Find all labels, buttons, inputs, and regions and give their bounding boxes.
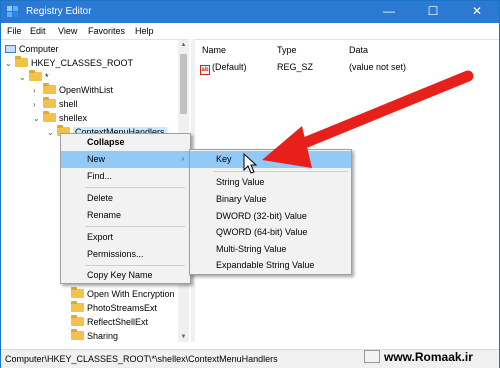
tree-item-shellex[interactable]: ⌄ shellex bbox=[33, 111, 87, 125]
menu-help[interactable]: Help bbox=[135, 26, 154, 36]
folder-icon bbox=[43, 83, 56, 94]
menu-item-dword-value[interactable]: DWORD (32-bit) Value bbox=[190, 208, 351, 225]
menu-item-collapse[interactable]: Collapse bbox=[61, 134, 190, 151]
title-bar[interactable]: Registry Editor — ☐ ✕ bbox=[1, 1, 499, 23]
tree-item-shell[interactable]: › shell bbox=[33, 97, 78, 111]
chevron-right-icon[interactable]: › bbox=[33, 98, 43, 112]
scroll-down-icon[interactable]: ▼ bbox=[178, 332, 189, 342]
status-path: Computer\HKEY_CLASSES_ROOT\*\shellex\Con… bbox=[5, 354, 278, 364]
folder-icon bbox=[29, 70, 42, 81]
value-data: (value not set) bbox=[349, 62, 407, 72]
menu-item-rename[interactable]: Rename bbox=[61, 207, 190, 224]
string-value-icon: ab bbox=[200, 65, 210, 75]
context-menu: Collapse New › Find... Delete Rename Expo… bbox=[60, 133, 191, 284]
menu-item-qword-value[interactable]: QWORD (64-bit) Value bbox=[190, 224, 351, 241]
menu-item-key[interactable]: Key bbox=[190, 151, 351, 168]
tree-item-photostreamsext[interactable]: PhotoStreamsExt bbox=[71, 301, 157, 315]
column-header-type[interactable]: Type bbox=[277, 45, 297, 55]
menu-separator bbox=[214, 171, 348, 172]
folder-icon bbox=[43, 111, 56, 122]
menu-bar: File Edit View Favorites Help bbox=[1, 23, 499, 39]
chevron-right-icon[interactable]: › bbox=[33, 84, 43, 98]
folder-icon bbox=[71, 315, 84, 326]
watermark-text: www.Romaak.ir bbox=[384, 350, 473, 364]
menu-view[interactable]: View bbox=[58, 26, 77, 36]
chevron-down-icon[interactable]: ⌄ bbox=[19, 71, 29, 85]
value-type: REG_SZ bbox=[277, 62, 314, 72]
watermark: www.Romaak.ir bbox=[364, 350, 473, 367]
tree-item-reflectshellext[interactable]: ReflectShellExt bbox=[71, 315, 148, 329]
menu-item-delete[interactable]: Delete bbox=[61, 190, 190, 207]
menu-item-find[interactable]: Find... bbox=[61, 168, 190, 185]
value-row[interactable]: ab (Default) bbox=[200, 62, 247, 75]
column-header-name[interactable]: Name bbox=[202, 45, 226, 55]
tree-item-hkey-classes-root[interactable]: ⌄ HKEY_CLASSES_ROOT bbox=[5, 56, 133, 70]
maximize-button[interactable]: ☐ bbox=[411, 1, 455, 23]
scroll-up-icon[interactable]: ▲ bbox=[178, 40, 189, 51]
menu-item-copy-key-name[interactable]: Copy Key Name bbox=[61, 267, 190, 284]
menu-item-binary-value[interactable]: Binary Value bbox=[190, 191, 351, 208]
menu-edit[interactable]: Edit bbox=[30, 26, 46, 36]
tree-item-computer[interactable]: Computer bbox=[5, 42, 59, 56]
chevron-right-icon: › bbox=[181, 156, 184, 163]
chevron-down-icon[interactable]: ⌄ bbox=[5, 57, 15, 71]
registry-editor-icon bbox=[7, 6, 18, 17]
menu-separator bbox=[85, 226, 185, 227]
menu-item-multi-string-value[interactable]: Multi-String Value bbox=[190, 241, 351, 258]
computer-icon bbox=[5, 45, 16, 53]
tree-item-sharing[interactable]: Sharing bbox=[71, 329, 118, 342]
minimize-button[interactable]: — bbox=[367, 1, 411, 23]
close-button[interactable]: ✕ bbox=[455, 1, 499, 23]
menu-separator bbox=[85, 187, 185, 188]
tree-item-open-with-encryption[interactable]: Open With Encryption bbox=[71, 287, 175, 301]
window-title: Registry Editor bbox=[26, 6, 92, 17]
chevron-down-icon[interactable]: ⌄ bbox=[47, 126, 57, 140]
menu-file[interactable]: File bbox=[7, 26, 22, 36]
folder-icon bbox=[43, 97, 56, 108]
chevron-down-icon[interactable]: ⌄ bbox=[33, 112, 43, 126]
folder-icon bbox=[71, 287, 84, 298]
new-submenu: Key String Value Binary Value DWORD (32-… bbox=[189, 149, 352, 275]
menu-favorites[interactable]: Favorites bbox=[88, 26, 125, 36]
menu-item-new[interactable]: New › bbox=[61, 151, 190, 168]
menu-separator bbox=[85, 265, 185, 266]
value-name: (Default) bbox=[212, 62, 247, 72]
tree-item-openwithlist[interactable]: › OpenWithList bbox=[33, 83, 113, 97]
tree-item-star[interactable]: ⌄ * bbox=[19, 70, 49, 84]
folder-icon bbox=[15, 56, 28, 67]
scroll-thumb[interactable] bbox=[180, 54, 187, 114]
folder-icon bbox=[71, 329, 84, 340]
column-header-data[interactable]: Data bbox=[349, 45, 368, 55]
watermark-logo-icon bbox=[364, 350, 380, 363]
menu-item-expandable-string-value[interactable]: Expandable String Value bbox=[190, 257, 351, 274]
folder-icon bbox=[71, 301, 84, 312]
menu-item-string-value[interactable]: String Value bbox=[190, 174, 351, 191]
menu-item-permissions[interactable]: Permissions... bbox=[61, 246, 190, 263]
menu-item-export[interactable]: Export bbox=[61, 229, 190, 246]
